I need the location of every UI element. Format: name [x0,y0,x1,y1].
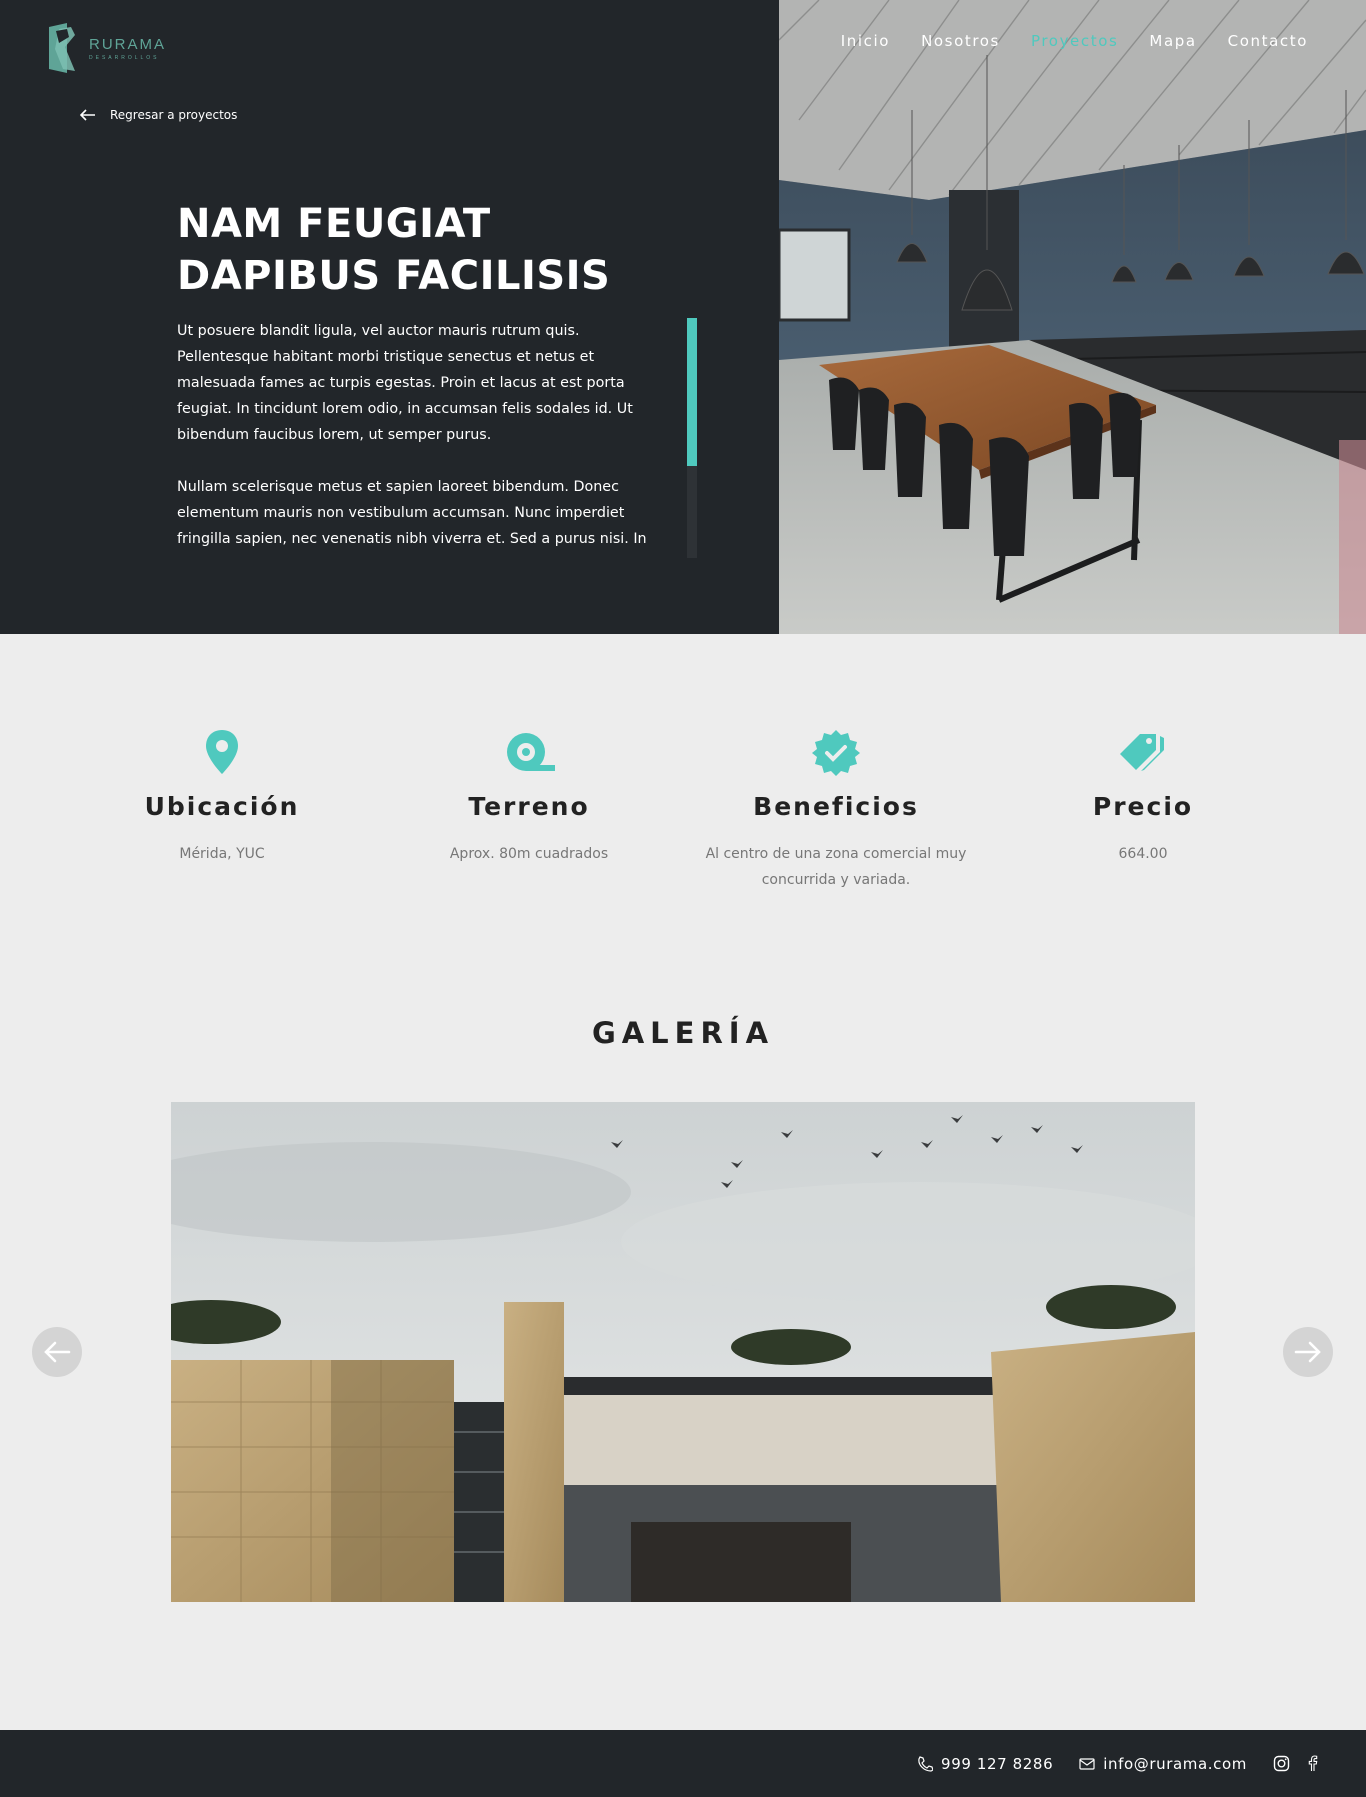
project-hero: RURAMA DESARROLLOS Regresar a proyectos … [0,0,1366,634]
brand-logo[interactable]: RURAMA DESARROLLOS [47,23,166,73]
nav-item-mapa[interactable]: Mapa [1149,32,1196,50]
nav-item-proyectos[interactable]: Proyectos [1031,32,1118,50]
verified-badge-icon [812,730,860,776]
description-paragraph: Nullam scelerisque metus et sapien laore… [177,479,647,547]
location-pin-icon [206,730,238,774]
logo-mark-icon [49,23,75,73]
footer-phone: 999 127 8286 [941,1754,1054,1773]
footer-phone-link[interactable]: 999 127 8286 [917,1755,1053,1773]
brand-tagline: DESARROLLOS [89,54,160,61]
arrow-left-icon [80,109,95,121]
footer-email-link[interactable]: info@rurama.com [1079,1755,1247,1773]
description-scrollbar[interactable] [687,318,697,558]
feature-precio: Precio 664.00 [1003,700,1283,867]
social-links [1273,1755,1321,1772]
main-navigation: Inicio Nosotros Proyectos Mapa Contacto [841,32,1308,50]
site-footer: 999 127 8286 info@rurama.com [0,1730,1366,1797]
instagram-icon[interactable] [1273,1755,1290,1772]
arrow-right-icon [1294,1341,1321,1363]
nav-item-nosotros[interactable]: Nosotros [921,32,1000,50]
gallery-next-button[interactable] [1283,1327,1333,1377]
back-link-label: Regresar a proyectos [110,108,238,122]
gallery-prev-button[interactable] [32,1327,82,1377]
gallery-carousel[interactable] [171,1102,1195,1602]
feature-ubicacion: Ubicación Mérida, YUC [82,700,362,867]
mail-icon [1079,1757,1095,1770]
scrollbar-thumb[interactable] [687,318,697,466]
kitchen-dining-photo [779,0,1366,634]
hero-image: Inicio Nosotros Proyectos Mapa Contacto [779,0,1366,634]
nav-item-inicio[interactable]: Inicio [841,32,890,50]
feature-beneficios: Beneficios Al centro de una zona comerci… [696,700,976,893]
facebook-icon[interactable] [1304,1755,1321,1772]
project-features: Ubicación Mérida, YUC Terreno Aprox. 80m… [0,700,1366,920]
arrow-left-icon [44,1341,71,1363]
description-paragraph: Ut posuere blandit ligula, vel auctor ma… [177,323,633,443]
phone-icon [918,1755,934,1772]
footer-email: info@rurama.com [1103,1754,1247,1773]
nav-item-contacto[interactable]: Contacto [1228,32,1308,50]
house-exterior-photo [171,1102,1195,1602]
price-tag-icon [1120,734,1164,771]
feature-title: Beneficios [753,792,919,821]
feature-value: Al centro de una zona comercial muy conc… [705,846,967,888]
feature-title: Ubicación [144,792,300,821]
feature-value: Aprox. 80m cuadrados [449,846,609,862]
tape-measure-icon [507,733,555,771]
back-to-projects-link[interactable]: Regresar a proyectos [80,108,237,122]
gallery-title: GALERÍA [591,1016,775,1050]
brand-name: RURAMA [89,35,167,53]
project-description[interactable]: Ut posuere blandit ligula, vel auctor ma… [177,318,652,556]
feature-value: 664.00 [1118,846,1168,862]
feature-title: Precio [1092,792,1194,821]
feature-title: Terreno [468,792,590,821]
feature-terreno: Terreno Aprox. 80m cuadrados [389,700,669,867]
hero-text-panel: RURAMA DESARROLLOS Regresar a proyectos … [0,0,779,634]
project-title: NAM FEUGIAT DAPIBUS FACILISIS [177,201,611,299]
feature-value: Mérida, YUC [179,846,265,862]
